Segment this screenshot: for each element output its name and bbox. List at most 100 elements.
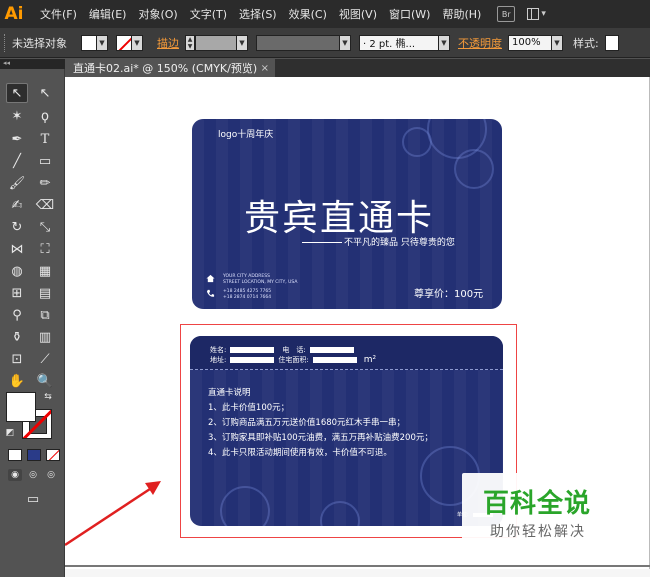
watermark: 百科全说 助你轻松解决 [462, 473, 611, 553]
none-icon [47, 450, 59, 460]
opacity-field[interactable]: 100% [508, 34, 552, 51]
arrange-documents-button[interactable]: ▾ [527, 6, 553, 22]
type-tool-icon[interactable]: T [34, 129, 56, 149]
shape-builder-tool-icon[interactable]: ◍ [6, 261, 28, 281]
zoom-tool-icon[interactable]: 🔍 [34, 371, 56, 391]
address-label: 地址: [210, 356, 227, 364]
menu-file[interactable]: 文件(F) [34, 6, 83, 22]
document-tab[interactable]: 直通卡02.ai* @ 150% (CMYK/预览) × [65, 59, 275, 77]
watermark-title: 百科全说 [483, 489, 592, 519]
name-label: 姓名: [210, 346, 227, 354]
blob-brush-tool-icon[interactable]: ✍ [6, 195, 28, 215]
draw-inside-icon[interactable]: ◎ [44, 469, 58, 481]
pencil-tool-icon[interactable]: ✏ [34, 173, 56, 193]
area-unit: m² [363, 355, 377, 365]
fill-color-swatch[interactable] [81, 34, 97, 51]
color-mode-button[interactable] [8, 449, 22, 461]
swirl-decoration [220, 486, 270, 526]
line-tool-icon[interactable]: ╱ [6, 151, 28, 171]
fill-dropdown-arrow[interactable]: ▼ [97, 34, 108, 51]
stroke-panel-link[interactable]: 描边 [157, 35, 179, 51]
menu-object[interactable]: 对象(O) [132, 6, 183, 22]
menu-select[interactable]: 选择(S) [233, 6, 283, 22]
screen-mode-icon[interactable]: ▭ [20, 489, 46, 509]
swirl-decoration [454, 149, 494, 189]
arrange-documents-icon [527, 8, 540, 20]
card-front[interactable]: logo十周年庆 贵宾直通卡 不平凡的臻品 只待尊贵的您 YOUR CITY A… [192, 119, 502, 309]
graphic-style-swatch[interactable] [604, 34, 619, 51]
menu-help[interactable]: 帮助(H) [436, 6, 487, 22]
menu-effect[interactable]: 效果(C) [283, 6, 333, 22]
control-bar: 未选择对象 ▼ ▼ 描边 ▲ ▼ ▼ ▼ · 2 pt. 椭... ▼ 不透明度 … [0, 28, 650, 58]
address-line: YOUR CITY ADDRESS [223, 274, 270, 279]
annotation-arrow [65, 481, 161, 547]
watermark-subtitle: 助你轻松解决 [490, 524, 586, 540]
opacity-dropdown[interactable]: ▼ [552, 34, 563, 51]
opacity-panel-link[interactable]: 不透明度 [458, 35, 502, 51]
fill-swatch[interactable] [6, 392, 36, 422]
notes-title: 直通卡说明 [208, 388, 251, 398]
artboard-tool-icon[interactable]: ⊡ [6, 349, 28, 369]
menu-type[interactable]: 文字(T) [184, 6, 233, 22]
lasso-tool-icon[interactable]: ϙ [34, 106, 56, 126]
eraser-tool-icon[interactable]: ⌫ [34, 195, 56, 215]
name-phone-row: 姓名: 电 话: [210, 345, 358, 355]
default-fill-stroke-icon[interactable]: ◩ [4, 427, 16, 439]
gradient-mode-button[interactable] [27, 449, 41, 461]
note-item: 3、订购家具即补贴100元油费，满五万再补贴油费200元； [208, 433, 433, 443]
gradient-tool-icon[interactable]: ▤ [34, 283, 56, 303]
width-tool-icon[interactable]: ⋈ [6, 239, 28, 259]
card-back[interactable]: 姓名: 电 话: 地址: 住宅面积: m² 直通卡说明 1、此卡价值100元； … [190, 336, 503, 526]
draw-behind-icon[interactable]: ◎ [26, 469, 40, 481]
menu-view[interactable]: 视图(V) [333, 6, 383, 22]
column-graph-tool-icon[interactable]: ▥ [34, 327, 56, 347]
menu-window[interactable]: 窗口(W) [383, 6, 436, 22]
home-icon [206, 274, 215, 283]
mesh-tool-icon[interactable]: ⊞ [6, 283, 28, 303]
stroke-weight-stepper[interactable]: ▲ ▼ [185, 34, 195, 51]
paintbrush-tool-icon[interactable]: 🖌 [6, 173, 28, 193]
direct-selection-tool-icon[interactable]: ↖ [34, 83, 56, 103]
swirl-decoration [402, 127, 432, 157]
style-label: 样式: [573, 36, 599, 50]
brush-dropdown[interactable]: ▼ [439, 34, 450, 51]
variable-width-profile[interactable] [256, 34, 340, 51]
menu-edit[interactable]: 编辑(E) [83, 6, 133, 22]
eyedropper-tool-icon[interactable]: ⚲ [6, 305, 28, 325]
none-mode-button[interactable] [46, 449, 60, 461]
profile-dropdown[interactable]: ▼ [340, 34, 351, 51]
tools-panel-collapse[interactable]: ◂◂ [0, 59, 65, 69]
close-icon[interactable]: × [261, 63, 269, 74]
canvas-area[interactable]: logo十周年庆 贵宾直通卡 不平凡的臻品 只待尊贵的您 YOUR CITY A… [65, 77, 650, 577]
swap-fill-stroke-icon[interactable]: ⇆ [42, 391, 54, 403]
pen-tool-icon[interactable]: ✒ [6, 129, 28, 149]
panel-grip[interactable] [4, 33, 8, 52]
card-title: 贵宾直通卡 [244, 198, 435, 239]
illustrator-logo: Ai [4, 4, 24, 24]
chevron-down-icon: ▾ [541, 9, 546, 19]
note-item: 2、订购商品满五万元送价值1680元红木手串一串； [208, 418, 406, 428]
card-logo-text: logo十周年庆 [218, 130, 274, 140]
rectangle-tool-icon[interactable]: ▭ [34, 151, 56, 171]
stroke-weight-dropdown[interactable]: ▼ [237, 34, 248, 51]
stroke-dropdown-arrow[interactable]: ▼ [132, 34, 143, 51]
stroke-weight-field[interactable] [195, 34, 237, 51]
name-blank [230, 347, 275, 353]
draw-normal-icon[interactable]: ◉ [8, 469, 22, 481]
blend-tool-icon[interactable]: ⧉ [34, 305, 56, 325]
scale-tool-icon[interactable]: ⤡ [34, 217, 56, 237]
rotate-tool-icon[interactable]: ↻ [6, 217, 28, 237]
magic-wand-tool-icon[interactable]: ✶ [6, 106, 28, 126]
bridge-button[interactable]: Br [497, 6, 516, 22]
selection-tool-icon[interactable]: ↖ [6, 83, 28, 103]
canvas-bottom-edge [65, 565, 650, 567]
perspective-grid-tool-icon[interactable]: ▦ [34, 261, 56, 281]
symbol-sprayer-tool-icon[interactable]: ⚱ [6, 327, 28, 347]
hand-tool-icon[interactable]: ✋ [6, 371, 28, 391]
brush-definition-field[interactable]: · 2 pt. 椭... [359, 34, 439, 51]
address-line: +18 2874 0714 7664 [223, 295, 272, 300]
address-area-row: 地址: 住宅面积: m² [210, 355, 376, 365]
slice-tool-icon[interactable]: ⟋ [34, 349, 56, 369]
free-transform-tool-icon[interactable]: ⛶ [34, 239, 56, 259]
stroke-color-swatch[interactable] [116, 34, 132, 51]
